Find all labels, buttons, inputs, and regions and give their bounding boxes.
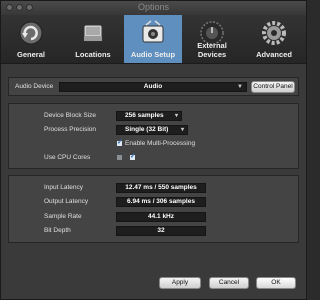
audio-device-label: Audio Device: [15, 83, 54, 90]
checkmark-icon: ✓: [117, 139, 123, 146]
bit-depth-value: 32: [116, 226, 206, 236]
audio-setup-content: Audio Device Audio ▼ Control Panel Devic…: [8, 70, 299, 271]
tab-advanced[interactable]: Advanced: [242, 15, 306, 63]
apply-button[interactable]: Apply: [159, 277, 201, 289]
multiprocessing-checkbox[interactable]: ✓: [116, 139, 123, 147]
preferences-toolbar: General Locations Audio Setup External D…: [1, 15, 306, 64]
precision-arrow-icon: ▾: [180, 127, 184, 133]
block-size-label: Device Block Size: [44, 112, 97, 119]
tab-advanced-label: Advanced: [256, 50, 292, 59]
dropdown-arrow-icon: ▼: [237, 84, 243, 90]
precision-select[interactable]: Single (32 Bit) ▾: [116, 125, 188, 135]
sample-rate-value: 44.1 kHz: [116, 212, 206, 222]
folder-icon: [83, 24, 103, 42]
audio-device-select[interactable]: Audio ▼: [59, 82, 247, 92]
cancel-button[interactable]: Cancel: [209, 277, 249, 289]
output-latency-value: 6.94 ms / 306 samples: [116, 197, 206, 207]
precision-value: Single (32 Bit): [125, 126, 169, 133]
tab-external-devices[interactable]: External Devices: [182, 15, 242, 63]
tab-audio-setup-label: Audio Setup: [130, 50, 176, 59]
block-size-select[interactable]: 256 samples ▾: [116, 111, 182, 121]
checkmark-icon: ✓: [130, 153, 136, 160]
input-latency-label: Input Latency: [44, 184, 84, 191]
control-panel-button[interactable]: Control Panel: [251, 81, 295, 93]
audio-setup-icon: [142, 20, 164, 43]
refresh-icon: [19, 21, 43, 45]
gear-icon: [262, 21, 286, 45]
tab-audio-setup[interactable]: Audio Setup: [124, 15, 182, 63]
audio-device-panel: Audio Device Audio ▼ Control Panel: [8, 77, 299, 96]
cpu-core-2-checkbox[interactable]: ✓: [129, 153, 136, 161]
precision-label: Process Precision: [44, 126, 97, 133]
tab-general[interactable]: General: [1, 15, 61, 63]
block-size-arrow-icon: ▾: [174, 113, 178, 119]
multiprocessing-label: Enable Multi-Processing: [125, 140, 196, 147]
device-settings-panel: Device Block Size 256 samples ▾ Process …: [8, 103, 299, 169]
window-title: Options: [137, 2, 170, 12]
tab-general-label: General: [17, 50, 45, 59]
tab-external-devices-label: External Devices: [197, 41, 227, 59]
latency-info-panel: Input Latency 12.47 ms / 550 samples Out…: [8, 175, 299, 243]
title-bar: Options: [1, 1, 306, 16]
sample-rate-label: Sample Rate: [44, 213, 82, 220]
bit-depth-label: Bit Depth: [44, 227, 71, 234]
cpu-core-1-checkbox[interactable]: [116, 154, 123, 161]
audio-device-value: Audio: [143, 83, 163, 90]
output-latency-label: Output Latency: [44, 198, 89, 205]
ok-button[interactable]: OK: [256, 277, 296, 289]
input-latency-value: 12.47 ms / 550 samples: [116, 183, 206, 193]
cpu-cores-label: Use CPU Cores: [44, 154, 91, 161]
tab-locations[interactable]: Locations: [63, 15, 123, 63]
options-window: Options General Locations Audio Setup Ex…: [0, 0, 307, 300]
block-size-value: 256 samples: [125, 112, 164, 119]
tab-locations-label: Locations: [75, 50, 111, 59]
